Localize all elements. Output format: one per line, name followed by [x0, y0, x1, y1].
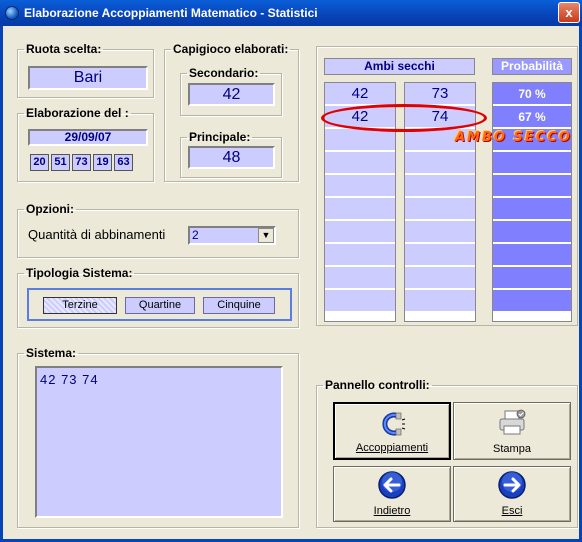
indietro-button[interactable]: Indietro [333, 466, 451, 522]
secondario-value: 42 [188, 83, 275, 106]
elaborazione-legend: Elaborazione del : [26, 106, 129, 120]
ambo-secco-annotation: AMBO SECCO [455, 130, 572, 145]
esci-label: Esci [501, 505, 523, 517]
ambi-cell-empty [405, 267, 475, 289]
pannello-legend: Pannello controlli: [325, 378, 430, 392]
probabilita-cell-empty [493, 175, 571, 197]
ambi-cell-empty [405, 152, 475, 174]
probabilita-cell-empty [493, 198, 571, 220]
ambi-cell-empty [325, 152, 395, 174]
opzioni-label: Quantità di abbinamenti [28, 227, 166, 242]
estrazione-number: 51 [51, 154, 70, 171]
chevron-down-icon[interactable]: ▼ [258, 228, 274, 243]
principale-legend: Principale: [189, 130, 251, 144]
probabilita-cell-empty [493, 267, 571, 289]
indietro-label: Indietro [373, 505, 411, 517]
close-button[interactable]: x [558, 2, 580, 23]
ambi-cell: 73 [405, 83, 475, 105]
probabilita-cell: 67 % [493, 106, 571, 128]
probabilita-cell-empty [493, 221, 571, 243]
estrazione-number: 73 [72, 154, 91, 171]
tipologia-options: Terzine Quartine Cinquine [27, 288, 292, 321]
estrazione-number: 19 [93, 154, 112, 171]
stampa-label: Stampa [493, 443, 531, 455]
esci-button[interactable]: Esci [453, 466, 571, 522]
ambi-cell-empty [405, 244, 475, 266]
opzioni-legend: Opzioni: [26, 202, 74, 216]
ambi-cell-empty [325, 129, 395, 151]
ambi-cell-empty [405, 198, 475, 220]
accoppiamenti-button[interactable]: Accoppiamenti [333, 402, 451, 460]
cinquine-option[interactable]: Cinquine [203, 297, 275, 314]
terzine-option[interactable]: Terzine [43, 297, 117, 314]
arrow-right-icon [498, 471, 526, 499]
printer-icon [499, 409, 526, 435]
ambi-cell-empty [325, 221, 395, 243]
probabilita-cell-empty [493, 244, 571, 266]
magnet-icon [382, 412, 406, 436]
sistema-textarea[interactable]: 42 73 74 [35, 366, 283, 518]
ambi-cell-empty [325, 244, 395, 266]
capigioco-legend: Capigioco elaborati: [173, 42, 289, 56]
title-bar: Elaborazione Accoppiamenti Matematico - … [0, 0, 582, 26]
probabilita-cell: 70 % [493, 83, 571, 105]
arrow-left-icon [378, 471, 406, 499]
highlight-ellipse [321, 104, 487, 132]
abbinamenti-value: 2 [192, 228, 199, 242]
ambi-cell: 42 [325, 83, 395, 105]
elaborazione-date: 29/09/07 [28, 129, 148, 146]
probabilita-col: 70 % 67 % [492, 82, 572, 322]
accoppiamenti-label: Accoppiamenti [355, 442, 429, 454]
ambi-cell-empty [405, 290, 475, 312]
ruota-legend: Ruota scelta: [26, 42, 102, 56]
window-title: Elaborazione Accoppiamenti Matematico - … [24, 6, 318, 20]
stampa-button[interactable]: Stampa [453, 402, 571, 460]
probabilita-cell-empty [493, 152, 571, 174]
probabilita-cell-empty [493, 290, 571, 312]
ambi-header: Ambi secchi [324, 58, 475, 75]
sistema-legend: Sistema: [26, 346, 77, 360]
tipologia-legend: Tipologia Sistema: [26, 266, 133, 280]
ambi-cell-empty [405, 175, 475, 197]
ambi-cell-empty [325, 175, 395, 197]
app-globe-icon [5, 6, 19, 20]
ambi-cell-empty [325, 198, 395, 220]
ambi-cell-empty [405, 221, 475, 243]
secondario-legend: Secondario: [189, 66, 259, 80]
ambi-cell-empty [325, 267, 395, 289]
ruota-value: Bari [28, 66, 148, 90]
estrazione-number: 20 [30, 154, 49, 171]
ambi-cell-empty [325, 290, 395, 312]
estrazione-numbers: 20 51 73 19 63 [30, 154, 133, 171]
quartine-option[interactable]: Quartine [125, 297, 195, 314]
estrazione-number: 63 [114, 154, 133, 171]
probabilita-header: Probabilità [492, 58, 572, 75]
principale-value: 48 [188, 146, 275, 169]
window-body: Ruota scelta: Bari Elaborazione del : 29… [0, 26, 582, 542]
abbinamenti-select[interactable]: 2 ▼ [188, 226, 276, 245]
